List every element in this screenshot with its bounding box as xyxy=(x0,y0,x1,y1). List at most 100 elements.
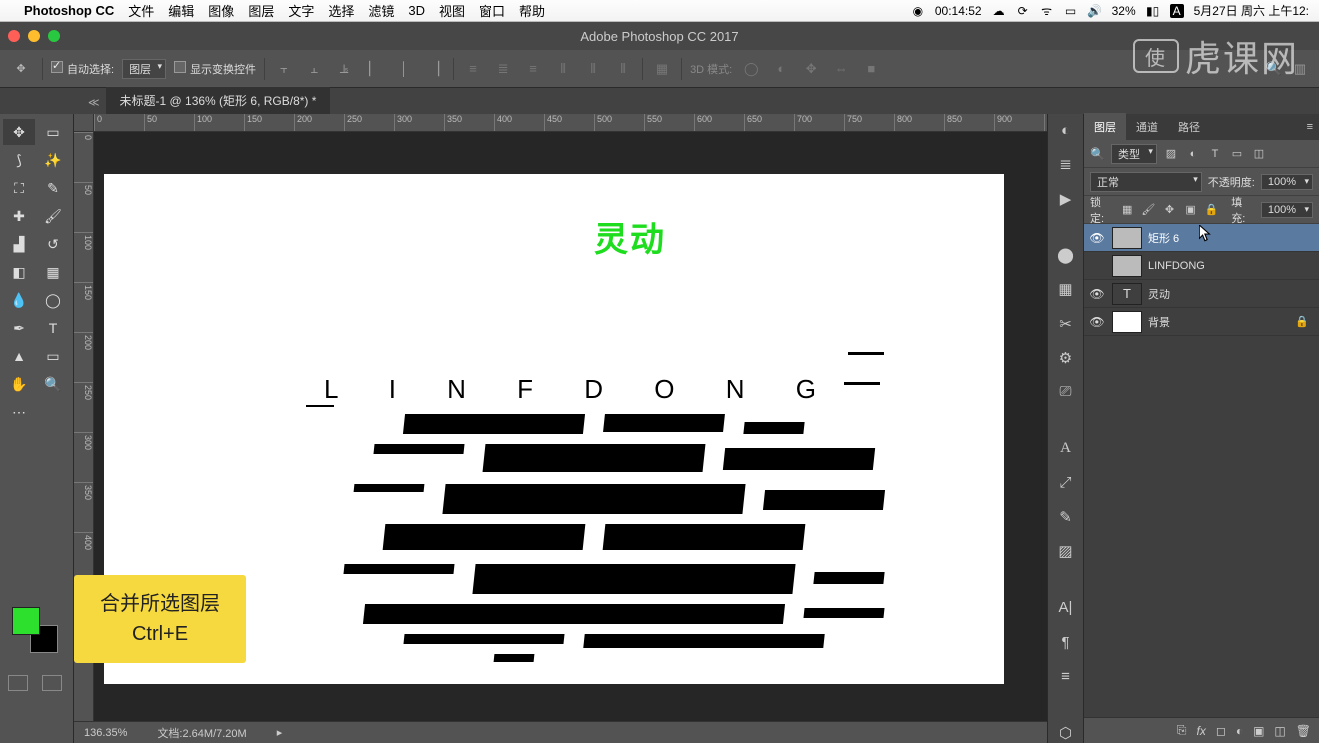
distribute-hcenter-icon[interactable]: ⦀ xyxy=(582,58,604,80)
gradient-tool[interactable]: ▦ xyxy=(37,259,69,285)
display-icon[interactable]: ▭ xyxy=(1064,4,1078,18)
document-tab[interactable]: 未标题-1 @ 136% (矩形 6, RGB/8*) * xyxy=(106,86,331,114)
blur-tool[interactable]: 💧 xyxy=(3,287,35,313)
dock-paragraph2-icon[interactable]: ¶ xyxy=(1054,632,1078,652)
layer-name[interactable]: 背景 xyxy=(1148,314,1170,330)
dock-character-icon[interactable]: A xyxy=(1054,438,1078,458)
align-right-icon[interactable]: ▕ xyxy=(423,58,445,80)
new-layer-icon[interactable]: ◫ xyxy=(1274,724,1285,738)
dock-swatches-icon[interactable]: ⬤ xyxy=(1054,245,1078,265)
dock-settings-icon[interactable]: ⚙ xyxy=(1054,348,1078,368)
eraser-tool[interactable]: ◧ xyxy=(3,259,35,285)
window-minimize-button[interactable] xyxy=(28,30,40,42)
path-select-tool[interactable]: ▲ xyxy=(3,343,35,369)
layer-thumbnail[interactable]: T xyxy=(1112,283,1142,305)
menu-edit[interactable]: 编辑 xyxy=(168,1,194,20)
dock-play-icon[interactable]: ▶ xyxy=(1054,188,1078,208)
slide-3d-icon[interactable]: ⇔ xyxy=(830,58,852,80)
align-bottom-icon[interactable]: ⫡ xyxy=(333,58,355,80)
history-brush-tool[interactable]: ↺ xyxy=(37,231,69,257)
filter-shape-icon[interactable]: ▭ xyxy=(1229,147,1245,160)
zoom-level[interactable]: 136.35% xyxy=(84,727,127,739)
align-hcenter-icon[interactable]: │ xyxy=(393,58,415,80)
menu-image[interactable]: 图像 xyxy=(208,1,234,20)
ruler-horizontal[interactable]: 0501001502002503003504004505005506006507… xyxy=(94,114,1047,132)
app-name[interactable]: Photoshop CC xyxy=(24,3,114,18)
tab-layers[interactable]: 图层 xyxy=(1084,113,1126,141)
input-source-icon[interactable]: A xyxy=(1170,4,1184,18)
edit-toolbar-button[interactable]: ⋯ xyxy=(3,399,35,425)
tab-channels[interactable]: 通道 xyxy=(1126,113,1168,141)
align-vcenter-icon[interactable]: ⫠ xyxy=(303,58,325,80)
wifi-icon[interactable]: ᯤ xyxy=(1040,4,1054,18)
dock-libraries-icon[interactable]: ▦ xyxy=(1054,279,1078,299)
window-close-button[interactable] xyxy=(8,30,20,42)
dock-paragraph-icon[interactable]: A| xyxy=(1054,598,1078,618)
doc-size[interactable]: 文档:2.64M/7.20M xyxy=(157,725,246,741)
shape-tool[interactable]: ▭ xyxy=(37,343,69,369)
layer-filter-dropdown[interactable]: 类型 xyxy=(1111,144,1157,164)
link-layers-icon[interactable]: ⎘ xyxy=(1177,723,1187,738)
filter-pixel-icon[interactable]: ▨ xyxy=(1163,147,1179,160)
menu-select[interactable]: 选择 xyxy=(328,1,354,20)
pan-3d-icon[interactable]: ✥ xyxy=(800,58,822,80)
dock-color-icon[interactable]: ◐ xyxy=(1054,120,1078,140)
fill-input[interactable]: 100% xyxy=(1261,202,1313,218)
marquee-tool[interactable]: ▭ xyxy=(37,119,69,145)
tab-paths[interactable]: 路径 xyxy=(1168,113,1210,141)
menu-filter[interactable]: 滤镜 xyxy=(368,1,394,20)
lock-pixels-icon[interactable]: 🖌 xyxy=(1141,203,1156,216)
dock-actions-icon[interactable]: ✎ xyxy=(1054,507,1078,527)
hand-tool[interactable]: ✋ xyxy=(3,371,35,397)
filter-type-icon[interactable]: T xyxy=(1207,148,1223,160)
ruler-origin[interactable] xyxy=(74,114,94,132)
menu-file[interactable]: 文件 xyxy=(128,1,154,20)
clone-stamp-tool[interactable]: ▟ xyxy=(3,231,35,257)
layer-name[interactable]: LINFDONG xyxy=(1148,260,1205,272)
dodge-tool[interactable]: ◯ xyxy=(37,287,69,313)
blend-mode-dropdown[interactable]: 正常 xyxy=(1090,172,1202,192)
menu-window[interactable]: 窗口 xyxy=(479,1,505,20)
layer-row[interactable]: 👁背景🔒 xyxy=(1084,308,1319,336)
lock-artboard-icon[interactable]: ▣ xyxy=(1183,203,1198,216)
tab-scroll-button[interactable]: ≪ xyxy=(82,91,106,114)
foreground-color-swatch[interactable] xyxy=(12,607,40,635)
align-top-icon[interactable]: ⫟ xyxy=(273,58,295,80)
distribute-vcenter-icon[interactable]: ≣ xyxy=(492,58,514,80)
distribute-bottom-icon[interactable]: ≡ xyxy=(522,58,544,80)
dock-align-icon[interactable]: ≡ xyxy=(1054,666,1078,686)
type-tool[interactable]: T xyxy=(37,315,69,341)
dock-adjust-icon[interactable]: ≣ xyxy=(1054,154,1078,174)
menu-layer[interactable]: 图层 xyxy=(248,1,274,20)
zoom-tool[interactable]: 🔍 xyxy=(37,371,69,397)
menu-help[interactable]: 帮助 xyxy=(519,1,545,20)
lock-all-icon[interactable]: 🔒 xyxy=(1204,203,1219,216)
color-swatches[interactable] xyxy=(12,607,58,653)
move-tool-icon[interactable]: ✥ xyxy=(8,56,34,82)
lock-transparency-icon[interactable]: ▦ xyxy=(1120,203,1135,216)
layer-thumbnail[interactable] xyxy=(1112,311,1142,333)
opacity-input[interactable]: 100% xyxy=(1261,174,1313,190)
battery-icon[interactable]: ▮▯ xyxy=(1146,4,1160,18)
layer-thumbnail[interactable] xyxy=(1112,227,1142,249)
window-zoom-button[interactable] xyxy=(48,30,60,42)
screenmode-icon[interactable] xyxy=(42,675,62,691)
align-left-icon[interactable]: ▏ xyxy=(363,58,385,80)
roll-3d-icon[interactable]: ◐ xyxy=(770,58,792,80)
filter-adjust-icon[interactable]: ◐ xyxy=(1185,148,1201,160)
auto-align-icon[interactable]: ▦ xyxy=(651,58,673,80)
layer-row[interactable]: LINFDONG xyxy=(1084,252,1319,280)
magic-wand-tool[interactable]: ✨ xyxy=(37,147,69,173)
canvas-area[interactable]: 0501001502002503003504004505005506006507… xyxy=(74,114,1047,743)
dock-device-icon[interactable]: ⎚ xyxy=(1054,382,1078,402)
show-transform-checkbox[interactable]: 显示变换控件 xyxy=(174,61,256,77)
lock-position-icon[interactable]: ✥ xyxy=(1162,203,1177,216)
visibility-toggle[interactable]: 👁 xyxy=(1088,287,1106,301)
scale-3d-icon[interactable]: ■ xyxy=(860,58,882,80)
distribute-top-icon[interactable]: ≡ xyxy=(462,58,484,80)
dock-3d-icon[interactable]: ⬡ xyxy=(1054,723,1078,743)
layer-mask-icon[interactable]: ◻ xyxy=(1216,724,1226,738)
pen-tool[interactable]: ✒ xyxy=(3,315,35,341)
move-tool[interactable]: ✥ xyxy=(3,119,35,145)
lasso-tool[interactable]: ⟆ xyxy=(3,147,35,173)
